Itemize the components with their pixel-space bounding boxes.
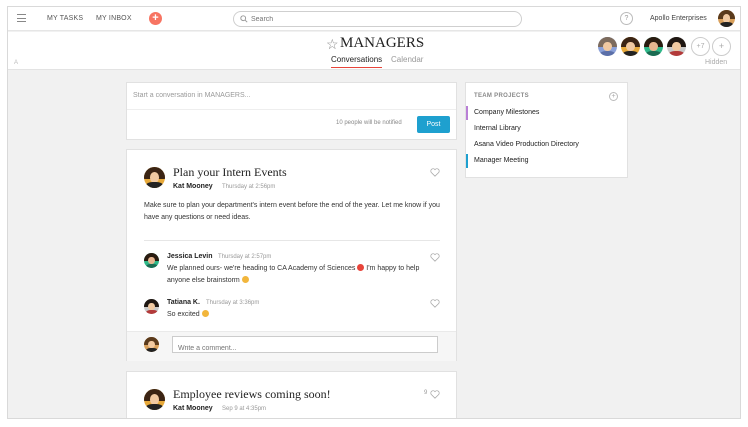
comment-box[interactable] — [172, 336, 438, 356]
member-avatar[interactable] — [644, 37, 663, 56]
post-title[interactable]: Employee reviews coming soon! — [173, 387, 331, 402]
post-author[interactable]: Kat Mooney — [173, 183, 213, 190]
search-icon — [240, 15, 248, 23]
project-item-manager-meeting[interactable]: Manager Meeting — [466, 154, 627, 168]
collapse-indicator: A — [14, 60, 19, 66]
quick-add-button[interactable]: + — [149, 12, 162, 25]
post-button[interactable]: Post — [417, 116, 450, 133]
conversation-card: Employee reviews coming soon! Kat Mooney… — [126, 371, 457, 418]
comment-time: Thursday at 3:36pm — [206, 300, 260, 306]
post-time: Thursday at 2:56pm — [222, 184, 276, 190]
comment-author[interactable]: Tatiana K. — [167, 299, 200, 306]
chevron-down-icon[interactable]: ⌄ — [418, 39, 425, 48]
add-project-button[interactable]: + — [609, 92, 618, 101]
project-label: Internal Library — [474, 125, 521, 132]
team-projects-header: TEAM PROJECTS — [474, 93, 529, 99]
project-item-company-milestones[interactable]: Company Milestones — [466, 106, 627, 120]
comment-text: So excited — [167, 309, 209, 321]
conversation-card: Plan your Intern Events Kat Mooney Thurs… — [126, 149, 457, 361]
post-time: Sep 9 at 4:35pm — [222, 406, 267, 412]
heart-icon[interactable] — [430, 168, 440, 177]
search-input[interactable] — [251, 13, 511, 25]
star-icon[interactable]: ☆ — [326, 36, 339, 53]
heart-icon[interactable] — [430, 253, 440, 262]
app-window: MY TASKS MY INBOX + ? Apollo Enterprises… — [7, 6, 741, 419]
add-member-button[interactable]: + — [712, 37, 731, 56]
user-avatar[interactable] — [718, 10, 735, 27]
my-inbox-link[interactable]: MY INBOX — [96, 15, 132, 22]
like-count: 9 — [424, 390, 428, 396]
comment-text: We planned ours- we're heading to CA Aca… — [167, 264, 420, 284]
notify-text: 10 people will be notified — [336, 120, 402, 126]
project-item-video-production[interactable]: Asana Video Production Directory — [466, 138, 627, 152]
member-avatar[interactable] — [667, 37, 686, 56]
author-avatar[interactable] — [144, 389, 165, 410]
divider — [144, 240, 440, 241]
author-avatar[interactable] — [144, 167, 165, 188]
comment-author[interactable]: Jessica Levin — [167, 253, 213, 260]
my-tasks-link[interactable]: MY TASKS — [47, 15, 83, 22]
menu-icon[interactable] — [17, 14, 26, 22]
top-bar: MY TASKS MY INBOX + ? Apollo Enterprises — [8, 7, 740, 31]
member-avatar[interactable] — [621, 37, 640, 56]
help-button[interactable]: ? — [620, 12, 633, 25]
post-title[interactable]: Plan your Intern Events — [173, 165, 287, 180]
post-body: Make sure to plan your department's inte… — [144, 202, 440, 221]
project-item-internal-library[interactable]: Internal Library — [466, 122, 627, 136]
post-author[interactable]: Kat Mooney — [173, 405, 213, 412]
divider — [127, 109, 456, 110]
excited-emoji-icon — [201, 310, 209, 317]
organization-name[interactable]: Apollo Enterprises — [650, 15, 707, 22]
conversation-input[interactable]: Start a conversation in MANAGERS... — [133, 92, 251, 99]
search-bar[interactable] — [233, 11, 522, 27]
project-color-bar — [466, 154, 468, 168]
comment-input[interactable] — [173, 341, 437, 356]
compose-card: Start a conversation in MANAGERS... 10 p… — [126, 82, 457, 140]
commenter-avatar[interactable] — [144, 253, 159, 268]
smile-emoji-icon — [241, 276, 249, 283]
tab-conversations[interactable]: Conversations — [331, 55, 383, 68]
heart-icon[interactable] — [430, 390, 440, 399]
project-title[interactable]: MANAGERS — [340, 35, 424, 52]
more-members-button[interactable]: +7 — [691, 37, 710, 56]
current-user-avatar — [144, 337, 159, 352]
project-header: A ☆ MANAGERS ⌄ Conversations Calendar +7… — [8, 32, 740, 70]
hidden-label: Hidden — [705, 59, 728, 66]
team-projects-panel: TEAM PROJECTS + Company Milestones Inter… — [465, 82, 628, 178]
project-label: Manager Meeting — [474, 157, 529, 164]
project-label: Company Milestones — [474, 109, 540, 116]
member-avatar[interactable] — [598, 37, 617, 56]
commenter-avatar[interactable] — [144, 299, 159, 314]
project-label: Asana Video Production Directory — [474, 141, 579, 148]
comment-time: Thursday at 2:57pm — [218, 254, 272, 260]
heart-icon[interactable] — [430, 299, 440, 308]
project-color-bar — [466, 106, 468, 120]
tab-calendar[interactable]: Calendar — [391, 55, 423, 64]
